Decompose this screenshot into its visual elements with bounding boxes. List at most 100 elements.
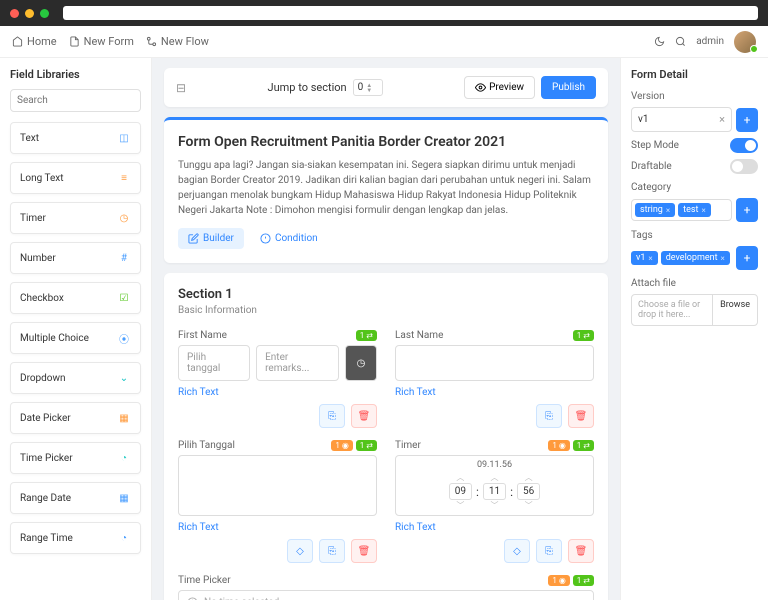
stepper-arrows[interactable]: ▲▼ xyxy=(366,83,372,93)
min-value[interactable]: 11 xyxy=(483,483,506,500)
range-date-icon: ▦ xyxy=(117,491,131,505)
count-badge[interactable]: 1◉ xyxy=(548,440,569,451)
number-icon: # xyxy=(117,251,131,265)
maximize-window[interactable] xyxy=(40,9,49,18)
hour-value[interactable]: 09 xyxy=(449,483,472,500)
moon-icon[interactable] xyxy=(654,36,665,47)
field-time-picker[interactable]: Time Picker◔ xyxy=(10,442,141,474)
close-window[interactable] xyxy=(10,9,19,18)
hour-down[interactable]: ﹀ xyxy=(456,500,464,511)
field-label: Last Name xyxy=(395,330,443,341)
nav-home[interactable]: Home xyxy=(12,35,57,48)
avatar[interactable] xyxy=(734,31,756,53)
search-icon[interactable] xyxy=(675,36,686,47)
section-card: Section 1 Basic Information First Name1⇄… xyxy=(164,273,608,600)
timer-control[interactable]: 09.11.56 ︿09﹀: ︿11﹀: ︿56﹀ xyxy=(395,455,594,516)
copy-button[interactable]: ⎘ xyxy=(536,539,562,563)
date-input[interactable]: Pilih tanggal xyxy=(178,345,250,381)
tab-builder[interactable]: Builder xyxy=(178,228,244,249)
collapse-icon[interactable]: ⊟ xyxy=(176,81,186,95)
delete-button[interactable]: 🗑 xyxy=(568,539,594,563)
rich-text-link[interactable]: Rich Text xyxy=(178,522,377,533)
add-tag-button[interactable]: + xyxy=(736,246,758,270)
share-badge[interactable]: 1⇄ xyxy=(573,330,594,341)
field-search[interactable] xyxy=(10,89,141,112)
category-tag[interactable]: string× xyxy=(635,203,675,217)
field-date-picker[interactable]: Date Picker▦ xyxy=(10,402,141,434)
field-timer[interactable]: Timer◷ xyxy=(10,202,141,234)
copy-button[interactable]: ⎘ xyxy=(536,404,562,428)
file-drop-zone[interactable]: Choose a file or drop it here... xyxy=(632,295,712,325)
preview-button[interactable]: Preview xyxy=(464,76,535,99)
share-badge[interactable]: 1⇄ xyxy=(356,440,377,451)
copy-button[interactable]: ⎘ xyxy=(319,404,345,428)
field-dropdown[interactable]: Dropdown⌄ xyxy=(10,362,141,394)
checkbox-icon: ☑ xyxy=(117,291,131,305)
min-down[interactable]: ﹀ xyxy=(491,500,499,511)
sec-value[interactable]: 56 xyxy=(517,483,540,500)
share-badge[interactable]: 1⇄ xyxy=(573,440,594,451)
date-input[interactable] xyxy=(178,455,377,516)
nav-home-label: Home xyxy=(27,35,57,48)
category-input[interactable]: string× test× xyxy=(631,199,732,221)
field-checkbox[interactable]: Checkbox☑ xyxy=(10,282,141,314)
version-input[interactable]: v1× xyxy=(631,107,732,132)
tab-condition[interactable]: Condition xyxy=(250,228,328,249)
field-label: Time Picker xyxy=(178,575,231,586)
publish-button[interactable]: Publish xyxy=(541,76,596,99)
tag-item[interactable]: development× xyxy=(661,251,730,265)
draftable-label: Draftable xyxy=(631,161,672,172)
text-input[interactable] xyxy=(395,345,594,381)
remove-tag-icon[interactable]: × xyxy=(666,206,670,215)
nav-new-flow[interactable]: New Flow xyxy=(146,35,209,48)
file-upload[interactable]: Choose a file or drop it here... Browse xyxy=(631,294,758,326)
field-label: Number xyxy=(20,253,56,264)
rich-text-link[interactable]: Rich Text xyxy=(395,387,594,398)
form-title: Form Open Recruitment Panitia Border Cre… xyxy=(178,134,594,150)
search-input[interactable] xyxy=(11,90,152,111)
remove-tag-icon[interactable]: × xyxy=(701,206,705,215)
rich-text-link[interactable]: Rich Text xyxy=(178,387,377,398)
remove-tag-icon[interactable]: × xyxy=(721,254,725,263)
draftable-toggle[interactable] xyxy=(730,159,758,174)
tag-button[interactable]: ◇ xyxy=(287,539,313,563)
choice-icon: ⦿ xyxy=(117,331,131,345)
remove-tag-icon[interactable]: × xyxy=(648,254,652,263)
time-input[interactable]: No time selected xyxy=(178,590,594,600)
tag-button[interactable]: ◇ xyxy=(504,539,530,563)
delete-button[interactable]: 🗑 xyxy=(351,404,377,428)
copy-button[interactable]: ⎘ xyxy=(319,539,345,563)
clock-button[interactable]: ◷ xyxy=(345,345,377,381)
remarks-input[interactable]: Enter remarks... xyxy=(256,345,339,381)
hour-up[interactable]: ︿ xyxy=(456,472,464,483)
category-tag[interactable]: test× xyxy=(678,203,711,217)
field-range-date[interactable]: Range Date▦ xyxy=(10,482,141,514)
field-range-time[interactable]: Range Time◔ xyxy=(10,522,141,554)
share-badge[interactable]: 1⇄ xyxy=(356,330,377,341)
share-badge[interactable]: 1⇄ xyxy=(573,575,594,586)
field-multiple-choice[interactable]: Multiple Choice⦿ xyxy=(10,322,141,354)
clear-icon[interactable]: × xyxy=(719,113,725,126)
browse-button[interactable]: Browse xyxy=(712,295,757,325)
add-version-button[interactable]: + xyxy=(736,108,758,132)
min-up[interactable]: ︿ xyxy=(491,472,499,483)
field-number[interactable]: Number # xyxy=(10,242,141,274)
minimize-window[interactable] xyxy=(25,9,34,18)
url-bar[interactable] xyxy=(63,6,758,20)
delete-button[interactable]: 🗑 xyxy=(351,539,377,563)
section-number-input[interactable]: 0▲▼ xyxy=(353,79,383,96)
rich-text-link[interactable]: Rich Text xyxy=(395,522,594,533)
add-category-button[interactable]: + xyxy=(736,198,758,222)
field-text[interactable]: Text◫ xyxy=(10,122,141,154)
count-badge[interactable]: 1◉ xyxy=(331,440,352,451)
builder-label: Builder xyxy=(203,233,234,244)
field-long-text[interactable]: Long Text≡ xyxy=(10,162,141,194)
count-badge[interactable]: 1◉ xyxy=(548,575,569,586)
nav-new-form[interactable]: New Form xyxy=(69,35,134,48)
delete-button[interactable]: 🗑 xyxy=(568,404,594,428)
calendar-icon: ▦ xyxy=(117,411,131,425)
step-mode-toggle[interactable] xyxy=(730,138,758,153)
sec-up[interactable]: ︿ xyxy=(525,472,533,483)
tag-item[interactable]: v1× xyxy=(631,251,658,265)
sec-down[interactable]: ﹀ xyxy=(525,500,533,511)
